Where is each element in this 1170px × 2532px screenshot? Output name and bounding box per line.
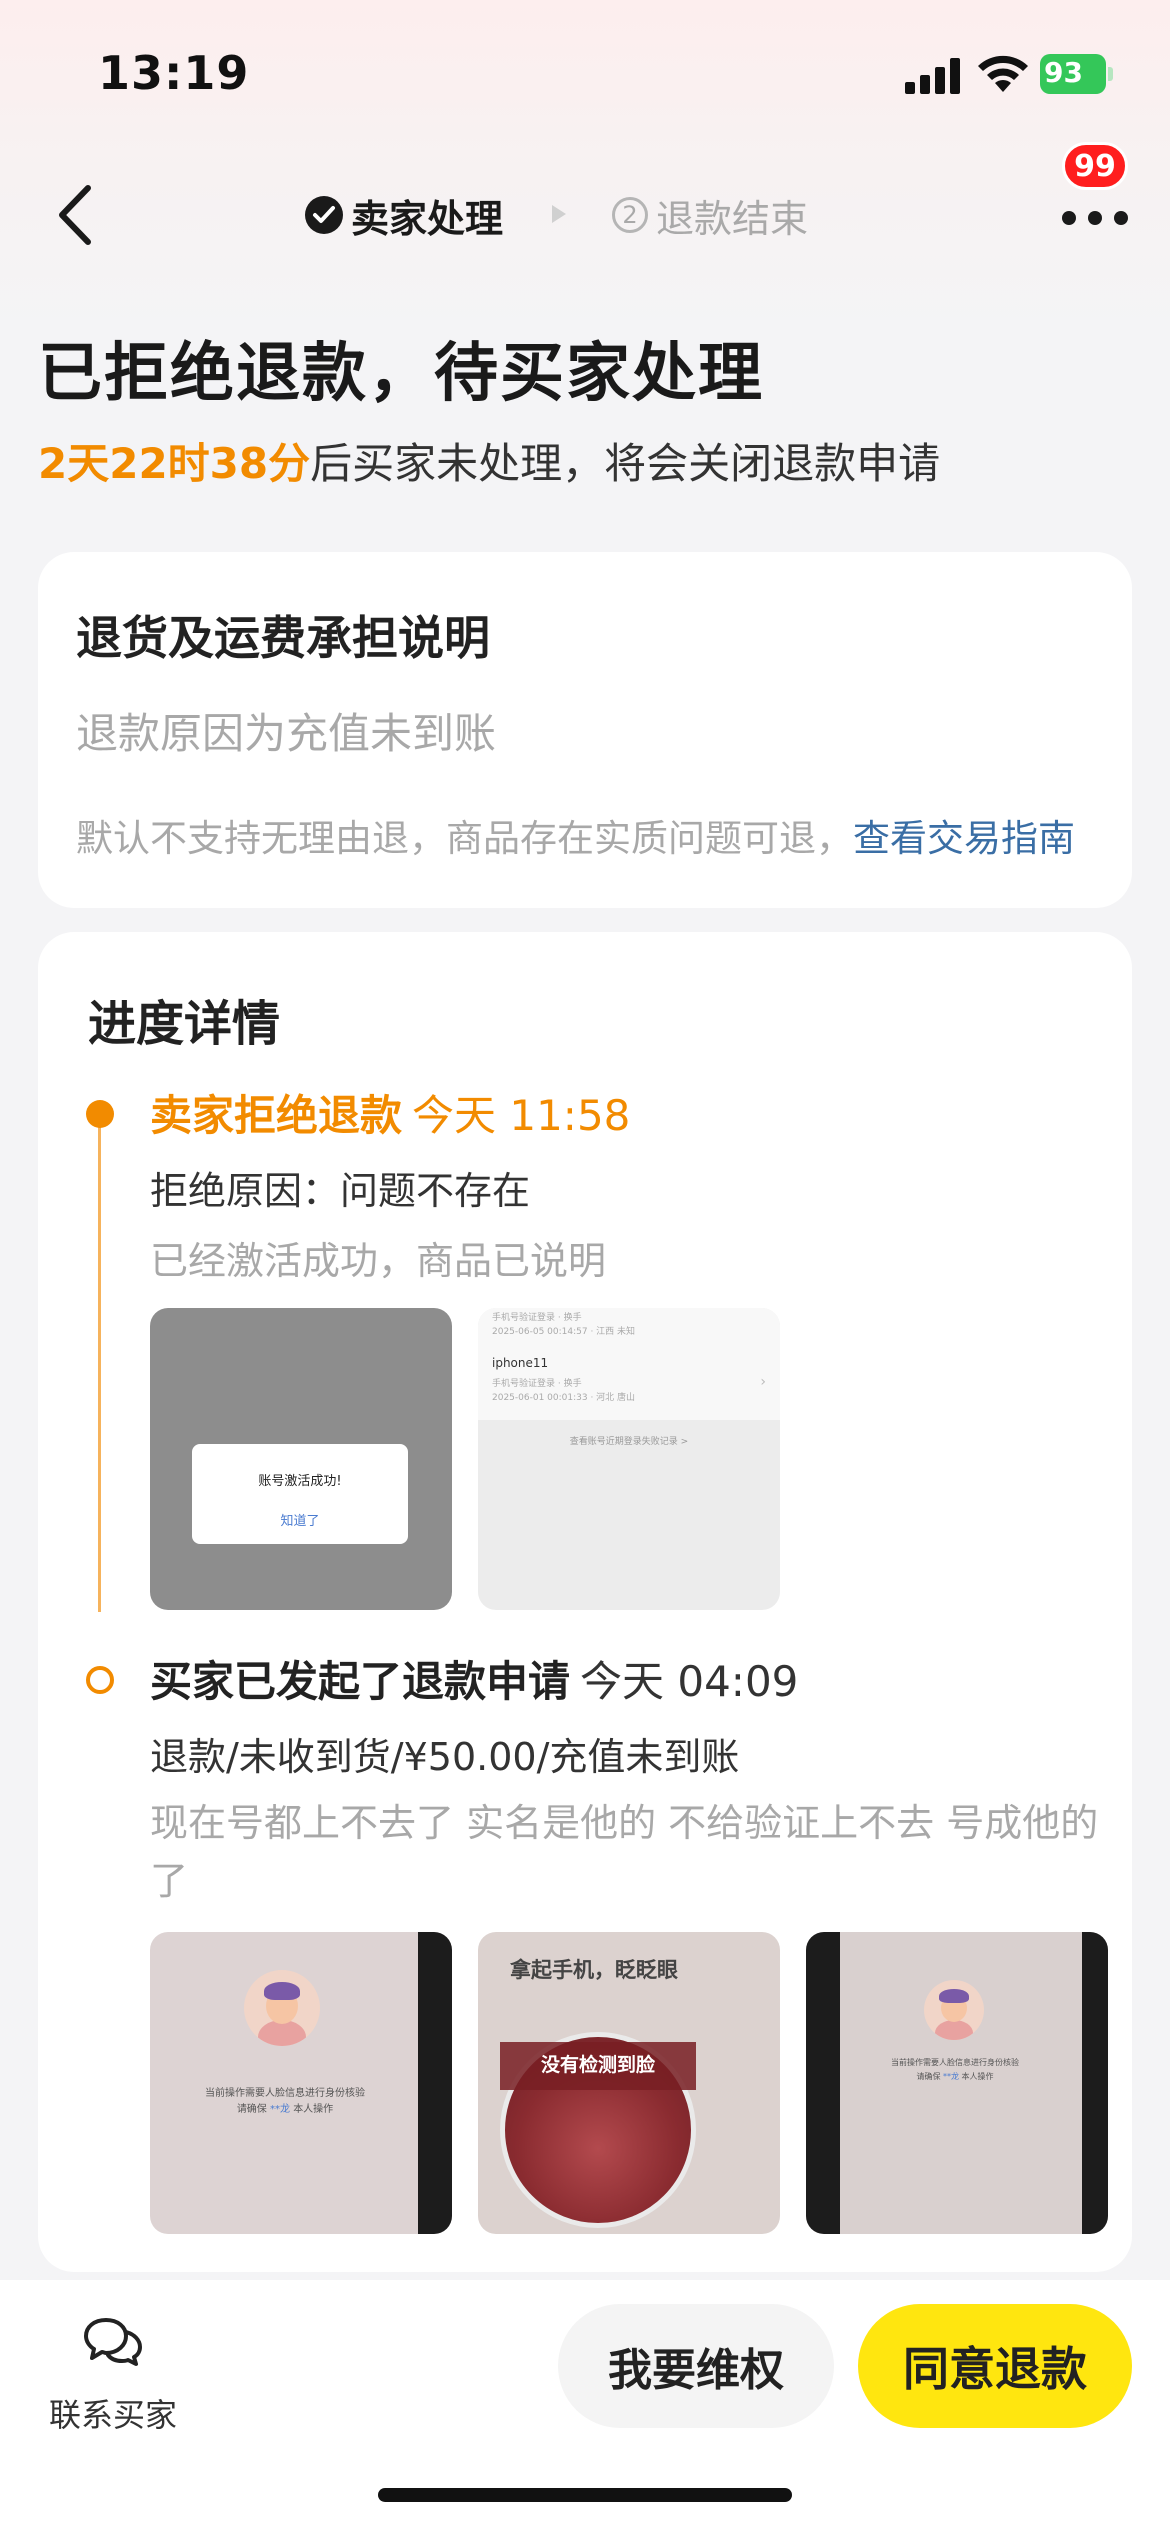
login-record-type: 手机号验证登录 · 换手 [492, 1313, 582, 1323]
navigation-bar: 卖家处理 2 退款结束 [0, 150, 1170, 280]
blink-prompt: 拿起手机，眨眨眼 [510, 1958, 678, 1982]
chevron-right-icon: › [760, 1374, 766, 1390]
caption-line: 请确保 **龙 本人操作 [160, 2102, 410, 2118]
return-policy-note-text: 默认不支持无理由退，商品存在实质问题可退， [76, 817, 853, 860]
caption-line: 请确保 **龙 本人操作 [850, 2070, 1060, 2084]
more-options-icon[interactable] [1062, 208, 1128, 228]
refund-summary: 退款/未收到货/¥50.00/充值未到账 [150, 1735, 740, 1779]
evidence-image[interactable]: 手机号验证登录 · 换手 2025-06-05 00:14:57 · 江西 未知… [478, 1308, 780, 1610]
login-record-type: 手机号验证登录 · 换手 [492, 1379, 582, 1389]
login-record-date: 2025-06-01 00:01:33 · 河北 唐山 [492, 1393, 636, 1403]
event-description: 现在号都上不去了 实名是他的 不给验证上不去 号成他的了 [150, 1801, 1099, 1903]
chat-bubble-icon [84, 2318, 142, 2366]
home-indicator [378, 2488, 792, 2502]
step2-number: 2 [612, 197, 648, 233]
file-dispute-button[interactable]: 我要维权 [558, 2304, 834, 2428]
check-circle-icon [305, 196, 343, 234]
caption-name: **龙 [943, 2072, 959, 2081]
countdown-timer: 2天22时38分 [38, 439, 311, 488]
caption-text: 请确保 [236, 2104, 267, 2115]
agree-refund-button[interactable]: 同意退款 [858, 2304, 1132, 2428]
event-title: 卖家拒绝退款 今天 11:58 [150, 1082, 630, 1143]
countdown-text: 2天22时38分后买家未处理，将会关闭退款申请 [38, 430, 940, 491]
evidence-image[interactable]: 当前操作需要人脸信息进行身份核验 请确保 **龙 本人操作 [806, 1932, 1108, 2234]
event-time: 今天 04:09 [580, 1657, 799, 1706]
evidence-image[interactable]: 拿起手机，眨眨眼 没有检测到脸 [478, 1932, 780, 2234]
event-title-text: 买家已发起了退款申请 [150, 1657, 571, 1706]
return-policy-title: 退货及运费承担说明 [76, 611, 490, 665]
step-refund-finished: 2 退款结束 [612, 190, 809, 241]
battery-icon: 93 [1040, 54, 1113, 94]
dialog-title: 账号激活成功! [258, 1474, 342, 1489]
page-title: 已拒绝退款，待买家处理 [38, 337, 764, 411]
dialog-button: 知道了 [280, 1514, 320, 1529]
evidence-image[interactable]: 当前操作需要人脸信息进行身份核验 请确保 **龙 本人操作 [150, 1932, 452, 2234]
wifi-icon [978, 55, 1028, 92]
event-reason: 拒绝原因：问题不存在 [150, 1169, 531, 1213]
evidence-image[interactable]: 账号激活成功! 知道了 [150, 1308, 452, 1610]
face-avatar-icon [924, 1980, 984, 2040]
status-time: 13:19 [98, 46, 250, 100]
timeline-dot-past [86, 1666, 114, 1694]
face-avatar-icon [244, 1970, 320, 2046]
return-policy-card: 退货及运费承担说明 退款原因为充值未到账 默认不支持无理由退，商品存在实质问题可… [38, 552, 1132, 908]
step-arrow-icon [552, 205, 566, 223]
no-face-detected: 没有检测到脸 [540, 2054, 655, 2076]
event-title-text: 卖家拒绝退款 [150, 1091, 403, 1140]
event-title: 买家已发起了退款申请 今天 04:09 [150, 1648, 798, 1709]
contact-buyer-button[interactable]: 联系买家 [38, 2316, 188, 2436]
face-verify-caption: 当前操作需要人脸信息进行身份核验 请确保 **龙 本人操作 [850, 2056, 1060, 2084]
caption-name: **龙 [270, 2104, 290, 2115]
return-policy-note: 默认不支持无理由退，商品存在实质问题可退，查看交易指南 [76, 808, 1075, 862]
caption-text: 本人操作 [293, 2104, 334, 2115]
progress-title: 进度详情 [88, 996, 281, 1052]
trade-guide-link[interactable]: 查看交易指南 [853, 817, 1075, 860]
event-time: 今天 11:58 [412, 1091, 631, 1140]
status-bar: 13:19 93 [0, 0, 1170, 150]
message-badge: 99 [1062, 142, 1128, 190]
caption-line: 当前操作需要人脸信息进行身份核验 [891, 2058, 1019, 2067]
login-record-date: 2025-06-05 00:14:57 · 江西 未知 [492, 1327, 636, 1337]
timeline-dot-current [86, 1100, 114, 1128]
refund-reason: 退款原因为充值未到账 [76, 709, 497, 758]
contact-buyer-label: 联系买家 [48, 2396, 177, 2434]
caption-line: 当前操作需要人脸信息进行身份核验 [205, 2088, 365, 2099]
timeline-line [98, 1112, 101, 1612]
caption-text: 本人操作 [961, 2072, 994, 2081]
device-name: iphone11 [492, 1356, 549, 1370]
activation-dialog: 账号激活成功! 知道了 [192, 1444, 408, 1544]
countdown-suffix: 后买家未处理，将会关闭退款申请 [310, 439, 941, 488]
caption-text: 请确保 [916, 2072, 941, 2081]
step1-label: 卖家处理 [351, 196, 504, 241]
face-verify-caption: 当前操作需要人脸信息进行身份核验 请确保 **龙 本人操作 [160, 2086, 410, 2118]
login-failure-link: 查看账号近期登录失败记录 > [569, 1437, 689, 1447]
event-description: 已经激活成功，商品已说明 [150, 1239, 607, 1283]
progress-card: 进度详情 卖家拒绝退款 今天 11:58 拒绝原因：问题不存在 已经激活成功，商品… [38, 932, 1132, 2272]
step-seller-processing: 卖家处理 [305, 190, 504, 241]
cellular-signal-icon [905, 58, 960, 94]
back-arrow-icon[interactable] [52, 180, 102, 250]
step2-label: 退款结束 [656, 196, 809, 241]
battery-level: 93 [1044, 56, 1083, 89]
